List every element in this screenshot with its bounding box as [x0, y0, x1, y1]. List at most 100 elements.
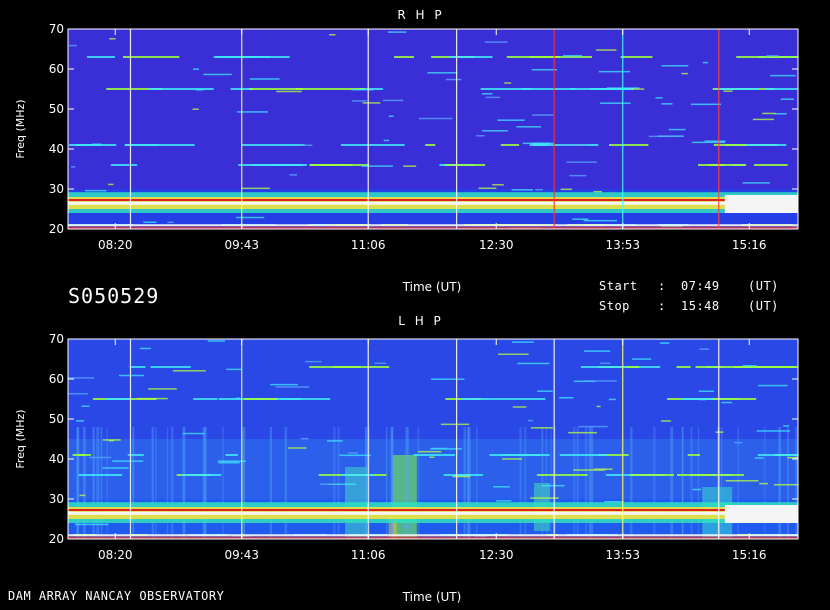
- interference-line: [413, 454, 456, 456]
- noise-line: [427, 72, 458, 74]
- noise-line: [535, 188, 543, 191]
- noise-line: [478, 187, 497, 190]
- noise-line: [759, 482, 769, 485]
- start-sep: :: [658, 279, 666, 293]
- y-tick-label: 60: [49, 372, 64, 386]
- stop-value: 15:48: [681, 299, 720, 313]
- x-tick-label: 08:20: [98, 548, 133, 562]
- interference-line: [394, 56, 415, 58]
- x-tick-label: 11:06: [351, 238, 386, 252]
- interference-line: [580, 366, 627, 368]
- interference-line: [193, 398, 218, 400]
- noise-line: [752, 118, 774, 121]
- noise-line: [702, 61, 709, 64]
- noise-line: [352, 100, 367, 102]
- noise-line: [541, 484, 565, 487]
- noise-line: [578, 425, 608, 428]
- spectrogram-area: [68, 29, 798, 229]
- start-label: Start: [599, 279, 638, 293]
- noise-line: [68, 44, 77, 47]
- noise-line: [76, 420, 85, 422]
- noise-line: [527, 419, 533, 422]
- noise-line: [691, 103, 721, 106]
- noise-line: [68, 392, 88, 395]
- interference-line: [783, 454, 798, 456]
- interference-line: [110, 164, 138, 166]
- noise-line: [631, 358, 652, 360]
- interference-line: [251, 164, 297, 166]
- noise-line: [559, 144, 588, 146]
- noise-line: [758, 384, 788, 387]
- noise-line: [655, 97, 663, 99]
- y-tick-label: 70: [49, 332, 64, 346]
- noise-line: [361, 165, 393, 167]
- noise-line: [299, 144, 313, 147]
- noise-line: [440, 423, 470, 426]
- noise-line: [329, 33, 336, 36]
- y-axis-label: Freq (MHz): [14, 409, 27, 468]
- noise-line: [530, 427, 553, 429]
- noise-line: [482, 130, 508, 132]
- noise-line: [108, 439, 115, 442]
- noise-line: [774, 113, 787, 115]
- noise-line: [566, 161, 597, 163]
- noise-line: [108, 183, 114, 186]
- noise-line: [504, 82, 512, 84]
- noise-line: [431, 378, 465, 380]
- emission-band-white: [68, 511, 798, 515]
- noise-line: [648, 135, 678, 138]
- interference-line: [148, 88, 214, 90]
- noise-line: [699, 348, 709, 350]
- interference-line: [122, 56, 180, 58]
- interference-line: [225, 454, 238, 456]
- interference-line: [454, 474, 471, 476]
- start-unit: (UT): [748, 279, 779, 293]
- noise-line: [668, 128, 686, 131]
- interference-line: [241, 144, 305, 146]
- noise-line: [661, 103, 673, 105]
- noise-line: [692, 488, 702, 491]
- noise-line: [235, 216, 265, 219]
- noise-line: [148, 388, 177, 390]
- noise-line: [387, 31, 407, 33]
- interference-line: [461, 398, 479, 400]
- noise-line: [351, 88, 374, 91]
- noise-line: [573, 469, 606, 471]
- interference-line: [244, 398, 278, 400]
- noise-line: [631, 88, 645, 90]
- interference-line: [181, 474, 222, 476]
- y-tick-label: 60: [49, 62, 64, 76]
- interference-line: [620, 56, 653, 58]
- noise-line: [734, 441, 743, 444]
- x-tick-label: 15:16: [732, 238, 767, 252]
- x-tick-label: 12:30: [479, 548, 514, 562]
- noise-line: [493, 486, 510, 488]
- noise-line: [374, 362, 387, 365]
- interference-line: [425, 144, 436, 146]
- noise-line: [773, 483, 798, 486]
- emission-band-white: [68, 201, 798, 205]
- x-tick-label: 09:43: [224, 548, 259, 562]
- stop-sep: :: [658, 299, 666, 313]
- interference-line: [129, 366, 146, 368]
- noise-line: [659, 342, 670, 344]
- y-tick-label: 30: [49, 182, 64, 196]
- noise-line: [496, 500, 512, 502]
- interference-line: [78, 474, 123, 476]
- noise-line: [89, 456, 112, 459]
- emission-band-bright: [724, 195, 798, 213]
- noise-line: [698, 390, 714, 393]
- y-tick-label: 50: [49, 102, 64, 116]
- noise-line: [81, 405, 90, 407]
- interference-line: [677, 474, 711, 476]
- noise-line: [569, 174, 587, 177]
- panel-title: L H P: [398, 314, 444, 328]
- noise-line: [85, 189, 107, 192]
- noise-line: [418, 117, 453, 120]
- y-tick-label: 40: [49, 452, 64, 466]
- noise-line: [143, 221, 157, 224]
- interference-line: [150, 366, 191, 368]
- start-value: 07:49: [681, 279, 720, 293]
- noise-line: [74, 523, 109, 526]
- noise-line: [511, 341, 534, 343]
